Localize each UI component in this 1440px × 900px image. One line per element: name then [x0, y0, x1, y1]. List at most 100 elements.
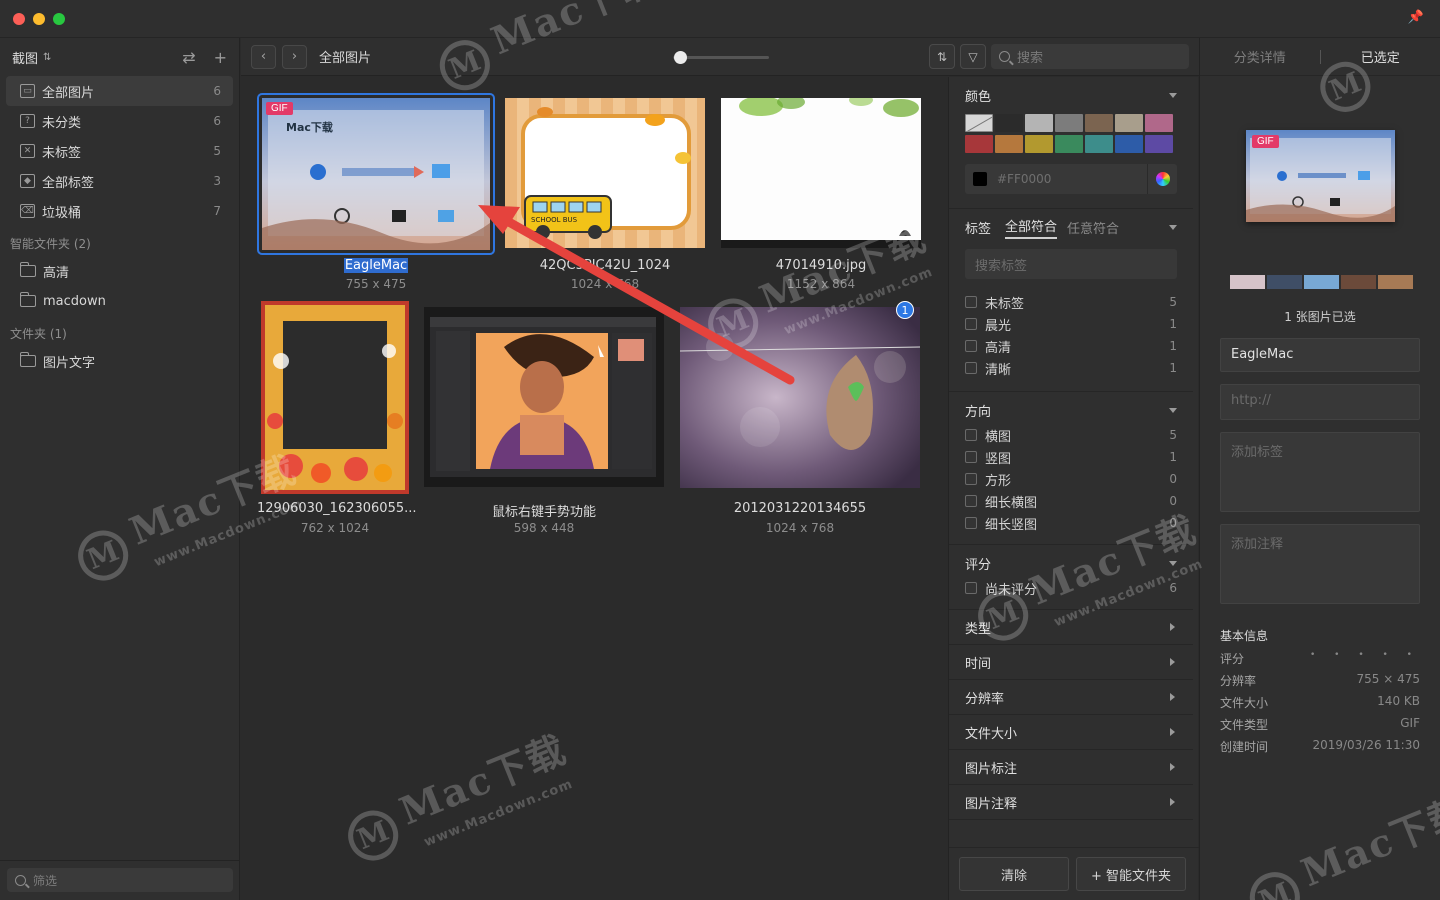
color-swatch[interactable]: [1025, 135, 1053, 153]
checkbox[interactable]: [965, 362, 977, 374]
color-swatch-none[interactable]: [965, 114, 993, 132]
sidebar-item-untagged[interactable]: ✕ 未标签 5: [6, 136, 233, 166]
color-swatch[interactable]: [1115, 114, 1143, 132]
folders-heading[interactable]: 文件夹 (1): [0, 320, 239, 346]
image-card-leaf-bokeh[interactable]: 1 2012031220134655 1024 x 768: [680, 301, 920, 541]
tab-match-any[interactable]: 任意符合: [1067, 218, 1119, 237]
image-card-school-bus[interactable]: SCHOOL BUS 42QC5PIC42U_1024 1024 x 768: [505, 93, 705, 303]
chevron-updown-icon[interactable]: ⇅: [43, 52, 51, 63]
palette-color[interactable]: [1378, 275, 1413, 289]
filter-input[interactable]: 筛选: [7, 868, 233, 892]
color-filter-header[interactable]: 颜色: [965, 87, 1177, 105]
minimize-window-button[interactable]: [33, 13, 45, 25]
color-swatch[interactable]: [1025, 114, 1053, 132]
color-swatch[interactable]: [1085, 135, 1113, 153]
filter-checkbox-row[interactable]: 清晰 1: [965, 357, 1177, 379]
color-swatch[interactable]: [1115, 135, 1143, 153]
name-field[interactable]: EagleMac: [1220, 338, 1420, 372]
forward-button[interactable]: ›: [282, 44, 307, 69]
add-icon[interactable]: +: [214, 48, 227, 67]
library-switcher[interactable]: 截图: [12, 48, 38, 67]
image-card-leaves[interactable]: 47014910.jpg 1152 x 864: [721, 93, 921, 303]
collapsed-filter-row[interactable]: 分辨率: [949, 680, 1193, 715]
image-name[interactable]: 47014910.jpg: [721, 258, 921, 273]
collapsed-filter-row[interactable]: 图片标注: [949, 750, 1193, 785]
checkbox[interactable]: [965, 473, 977, 485]
collapsed-filter-row[interactable]: 类型: [949, 610, 1193, 645]
image-name[interactable]: EagleMac: [257, 258, 495, 273]
image-card-gesture[interactable]: 鼠标右键手势功能 598 x 448: [424, 301, 664, 541]
checkbox[interactable]: [965, 318, 977, 330]
zoom-window-button[interactable]: [53, 13, 65, 25]
thumbnail-size-slider[interactable]: [673, 51, 769, 64]
filter-checkbox-row[interactable]: 高清 1: [965, 335, 1177, 357]
sidebar-item-all-images[interactable]: ▭ 全部图片 6: [6, 76, 233, 106]
collapsed-filter-row[interactable]: 时间: [949, 645, 1193, 680]
tab-match-all[interactable]: 全部符合: [1005, 216, 1058, 239]
slider-knob[interactable]: [673, 51, 687, 64]
collapsed-filter-row[interactable]: 文件大小: [949, 715, 1193, 750]
image-card-eaglemac[interactable]: Mac下载 GIF EagleMac 755 x 475: [257, 93, 495, 303]
checkbox[interactable]: [965, 582, 977, 594]
checkbox[interactable]: [965, 495, 977, 507]
palette-color[interactable]: [1230, 275, 1265, 289]
caret-down-icon[interactable]: [1169, 224, 1177, 230]
filter-checkbox-row[interactable]: 细长横图 0: [965, 490, 1177, 512]
swap-icon[interactable]: ⇄: [182, 48, 195, 67]
sidebar-item-trash[interactable]: ⌫ 垃圾桶 7: [6, 196, 233, 226]
sidebar-item-all-tags[interactable]: ◆ 全部标签 3: [6, 166, 233, 196]
palette-color[interactable]: [1341, 275, 1376, 289]
filter-checkbox-row[interactable]: 晨光 1: [965, 313, 1177, 335]
color-swatch[interactable]: [1145, 114, 1173, 132]
new-smart-folder-button[interactable]: + 智能文件夹: [1076, 857, 1186, 891]
close-window-button[interactable]: [13, 13, 25, 25]
image-name[interactable]: 42QC5PIC42U_1024: [505, 258, 705, 273]
tab-selected[interactable]: 已选定: [1321, 47, 1440, 66]
filter-checkbox-row[interactable]: 方形 0: [965, 468, 1177, 490]
notes-field[interactable]: 添加注释: [1220, 524, 1420, 604]
filter-scroll[interactable]: 颜色 #FF0000 标签 全部符合 任意符合 搜索标签 未标签 5 晨光 1 高清 1 清…: [949, 77, 1193, 847]
checkbox[interactable]: [965, 429, 977, 441]
tab-category-details[interactable]: 分类详情: [1200, 47, 1320, 66]
sort-button[interactable]: ⇅: [929, 44, 955, 69]
checkbox[interactable]: [965, 517, 977, 529]
filter-checkbox-row[interactable]: 未标签 5: [965, 291, 1177, 313]
palette-color[interactable]: [1267, 275, 1302, 289]
color-swatch[interactable]: [1085, 114, 1113, 132]
filter-checkbox-row[interactable]: 细长竖图 0: [965, 512, 1177, 534]
color-swatch[interactable]: [1055, 114, 1083, 132]
filter-checkbox-row[interactable]: 尚未评分 6: [965, 577, 1177, 599]
search-input[interactable]: 搜索: [991, 44, 1189, 69]
filter-checkbox-row[interactable]: 竖图 1: [965, 446, 1177, 468]
checkbox[interactable]: [965, 296, 977, 308]
sidebar-item-smart-hd[interactable]: 高清: [6, 256, 233, 286]
image-card-flower-frame[interactable]: 12906030_162306055... 762 x 1024: [257, 301, 417, 541]
image-name[interactable]: 鼠标右键手势功能: [424, 501, 664, 520]
url-field[interactable]: http://: [1220, 384, 1420, 420]
palette-color[interactable]: [1304, 275, 1339, 289]
sidebar-item-smart-macdown[interactable]: macdown: [6, 286, 233, 316]
image-name[interactable]: 2012031220134655: [680, 501, 920, 516]
color-swatch[interactable]: [1145, 135, 1173, 153]
color-wheel-icon[interactable]: [1147, 164, 1177, 194]
orientation-filter-header[interactable]: 方向: [965, 402, 1177, 420]
filter-checkbox-row[interactable]: 横图 5: [965, 424, 1177, 446]
color-swatch[interactable]: [995, 114, 1023, 132]
hex-color-input[interactable]: #FF0000: [965, 164, 1177, 194]
clear-button[interactable]: 清除: [959, 857, 1069, 891]
color-swatch[interactable]: [995, 135, 1023, 153]
back-button[interactable]: ‹: [251, 44, 276, 69]
sidebar-item-folder-image-text[interactable]: 图片文字: [6, 346, 233, 376]
image-name[interactable]: 12906030_162306055...: [257, 501, 417, 516]
checkbox[interactable]: [965, 340, 977, 352]
tag-search-input[interactable]: 搜索标签: [965, 249, 1177, 279]
tags-field[interactable]: 添加标签: [1220, 432, 1420, 512]
pin-icon[interactable]: 📌: [1408, 10, 1424, 25]
rating-stars[interactable]: • • • • •: [1310, 650, 1420, 667]
color-swatch[interactable]: [965, 135, 993, 153]
sidebar-item-uncategorized[interactable]: ? 未分类 6: [6, 106, 233, 136]
checkbox[interactable]: [965, 451, 977, 463]
color-swatch[interactable]: [1055, 135, 1083, 153]
filter-button[interactable]: ▽: [960, 44, 986, 69]
rating-filter-header[interactable]: 评分: [965, 555, 1177, 573]
